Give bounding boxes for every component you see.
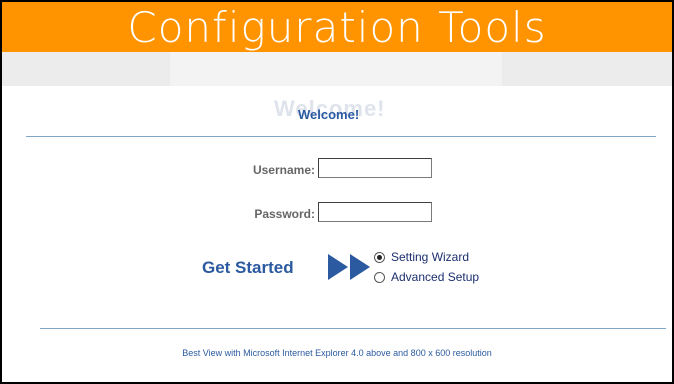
advanced-setup-radio[interactable] — [374, 271, 385, 283]
advanced-setup-option[interactable]: Advanced Setup — [374, 270, 479, 284]
username-label: Username: — [252, 163, 315, 177]
welcome-heading: Welcome! — [298, 107, 360, 122]
page-title: Configuration Tools — [127, 3, 547, 52]
setting-wizard-option[interactable]: Setting Wizard — [374, 250, 469, 264]
browser-note: Best View with Microsoft Internet Explor… — [182, 348, 492, 358]
setting-wizard-label[interactable]: Setting Wizard — [391, 250, 469, 264]
config-window: Configuration Tools Welcome! Welcome! Us… — [0, 0, 674, 384]
get-started-label: Get Started — [202, 258, 294, 277]
advanced-setup-label[interactable]: Advanced Setup — [391, 270, 479, 284]
bottom-divider — [40, 328, 666, 329]
setting-wizard-radio[interactable] — [374, 251, 385, 263]
double-arrow-icon — [328, 254, 370, 280]
password-field[interactable] — [318, 202, 432, 222]
top-divider — [26, 136, 656, 137]
password-label: Password: — [254, 207, 315, 221]
sub-banner-highlight — [170, 52, 502, 86]
username-field[interactable] — [318, 158, 432, 178]
